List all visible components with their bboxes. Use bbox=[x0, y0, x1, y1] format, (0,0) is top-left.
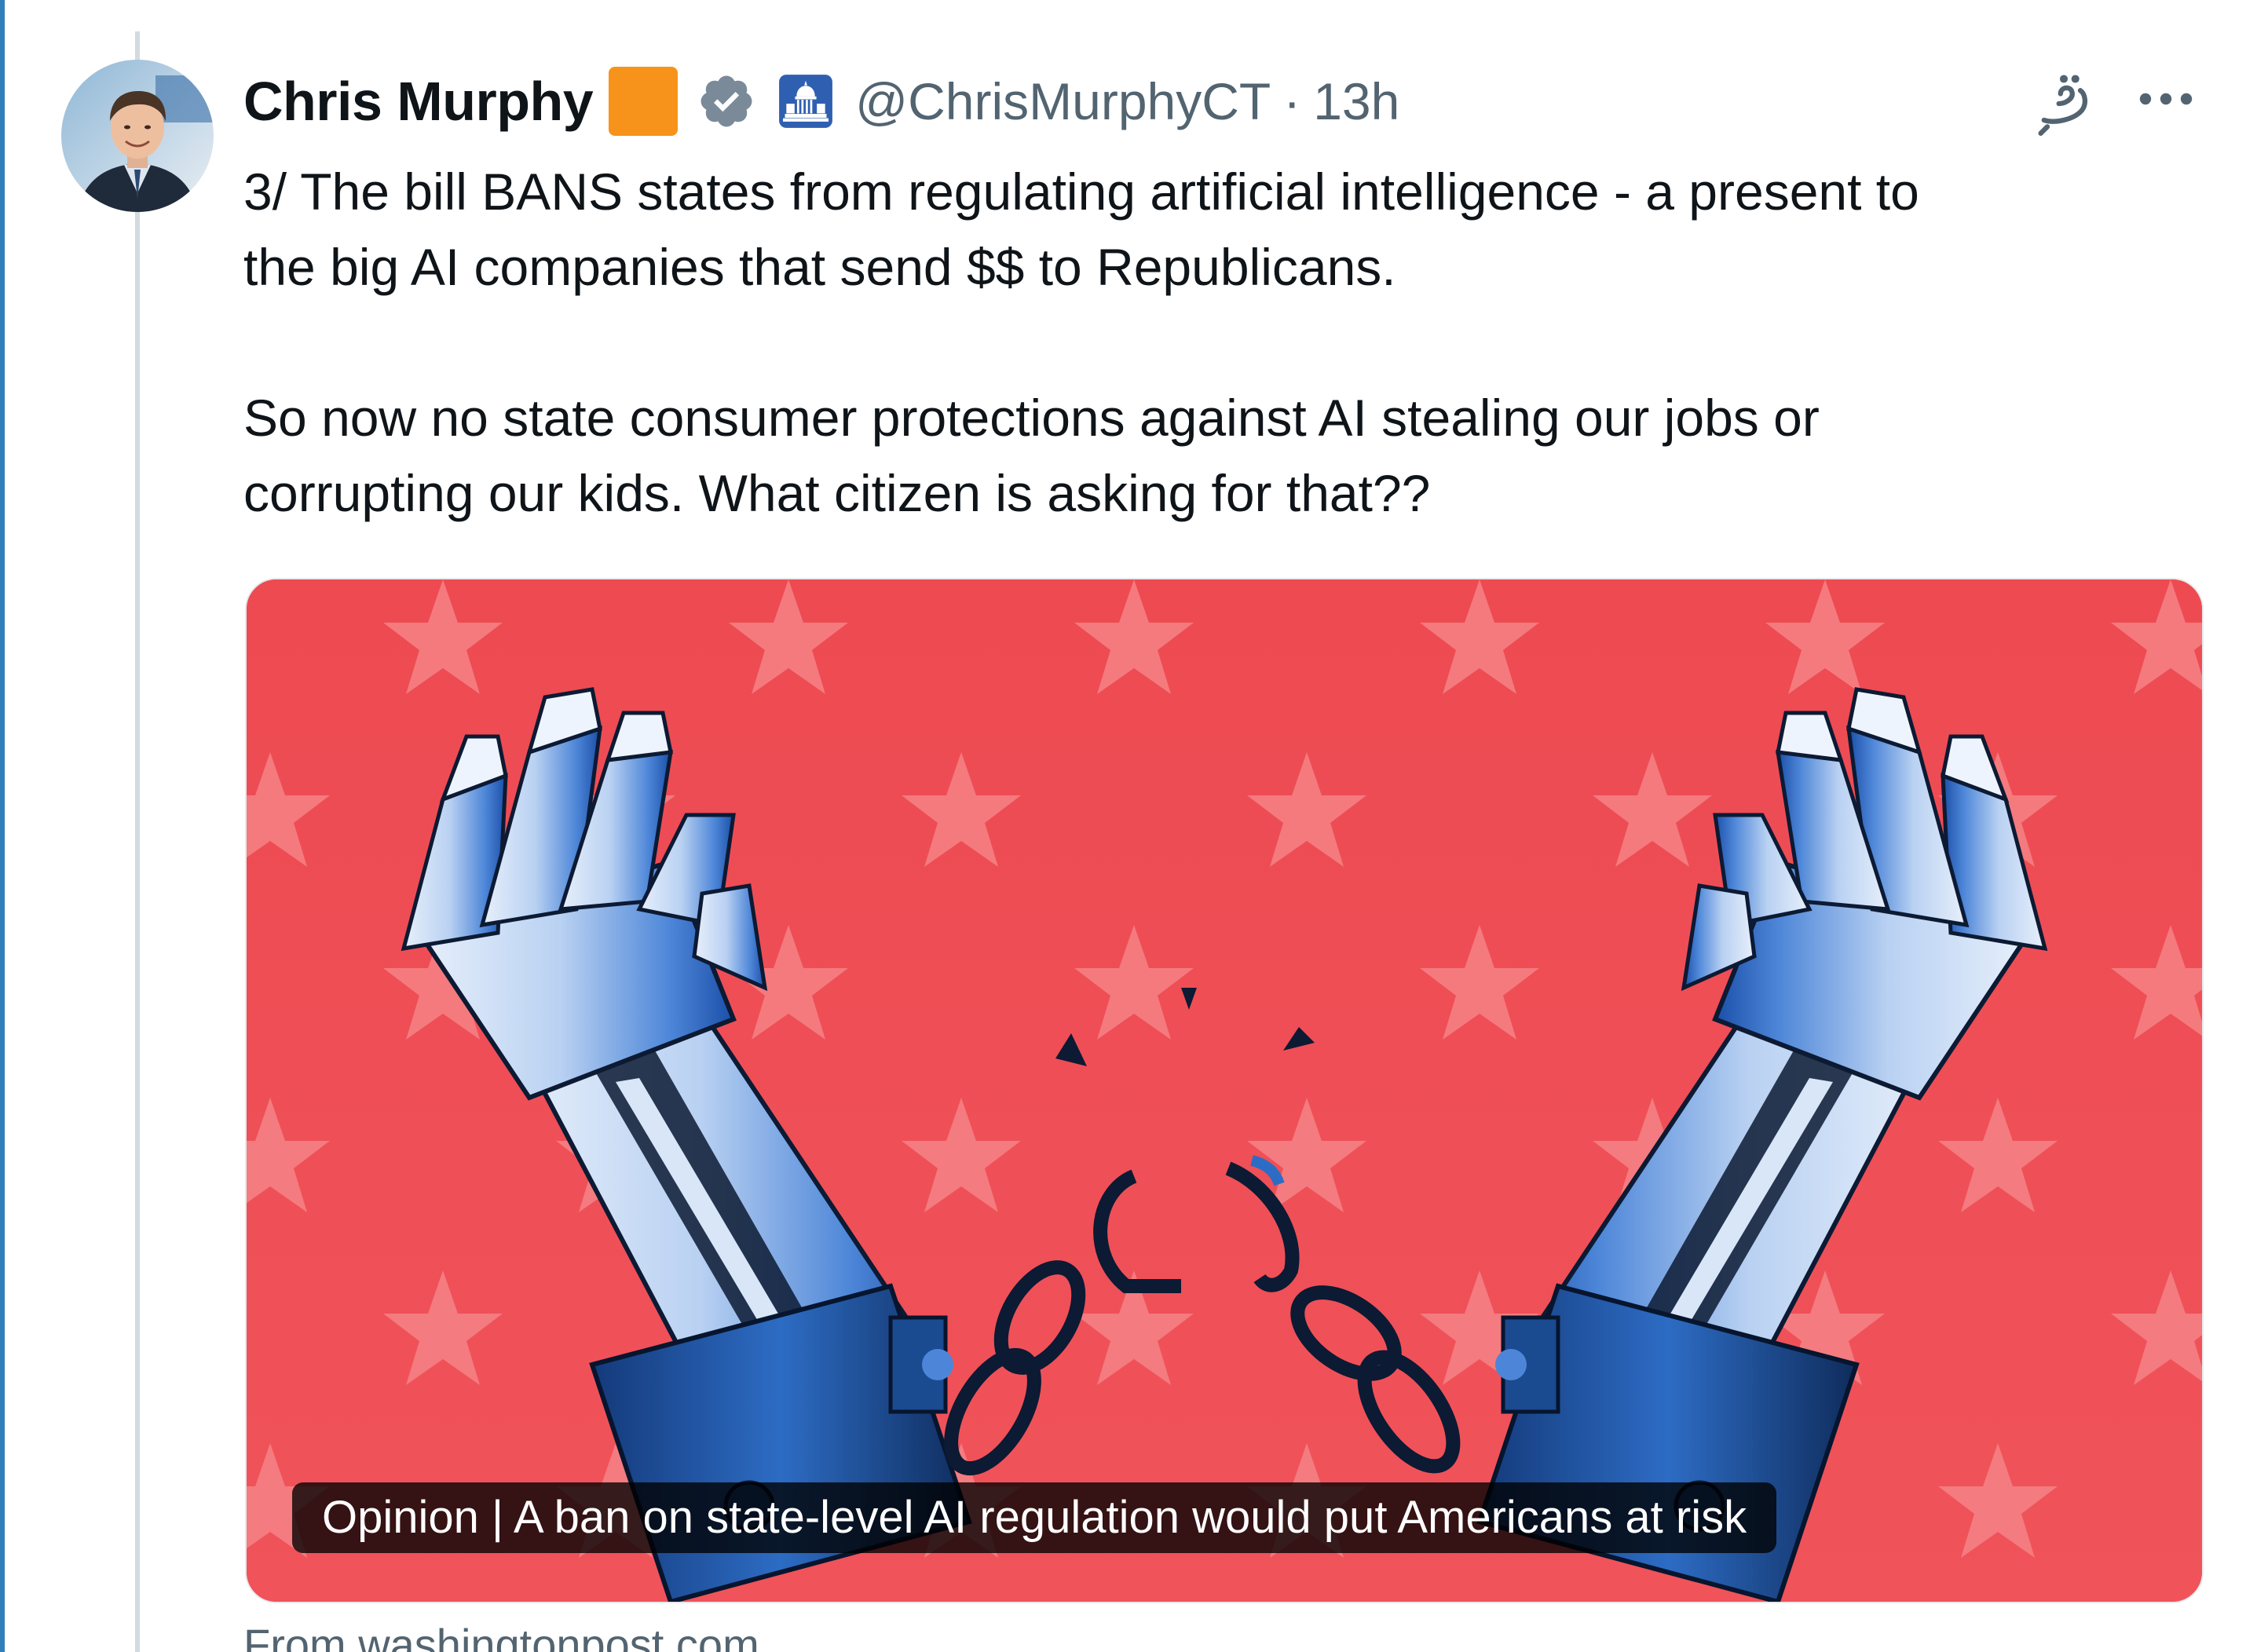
more-options-icon[interactable] bbox=[2134, 79, 2197, 119]
author-handle[interactable]: @ChrisMurphyCT bbox=[855, 71, 1271, 131]
profile-photo bbox=[61, 60, 214, 212]
affiliate-badge[interactable] bbox=[609, 67, 679, 136]
tweet-paragraph-2: So now no state consumer protections aga… bbox=[243, 389, 1820, 522]
grok-icon[interactable] bbox=[2031, 71, 2097, 137]
timestamp[interactable]: 13h bbox=[1313, 71, 1399, 131]
tweet-header: Chris Murphy @ChrisMurphyCT · 13h bbox=[243, 66, 1399, 137]
link-card[interactable]: Opinion | A ban on state-level AI regula… bbox=[245, 578, 2204, 1603]
link-card-headline[interactable]: Opinion | A ban on state-level AI regula… bbox=[292, 1482, 1777, 1553]
separator-dot: · bbox=[1283, 72, 1301, 130]
window-edge bbox=[0, 0, 5, 1652]
robot-hands-breaking-chains-illustration bbox=[247, 579, 2202, 1602]
tweet-paragraph-1: 3/ The bill BANS states from regulating … bbox=[243, 163, 1919, 296]
thread-line bbox=[135, 0, 140, 1652]
capitol-building-icon[interactable] bbox=[777, 72, 835, 130]
tweet-screen: Chris Murphy @ChrisMurphyCT · 13h 3/ The… bbox=[0, 0, 2257, 1652]
link-source[interactable]: From washingtonpost.com bbox=[243, 1619, 759, 1652]
author-name[interactable]: Chris Murphy bbox=[243, 70, 594, 133]
tweet-text: 3/ The bill BANS states from regulating … bbox=[243, 154, 2222, 531]
avatar[interactable] bbox=[61, 60, 214, 212]
verified-badge-icon[interactable] bbox=[697, 71, 756, 131]
